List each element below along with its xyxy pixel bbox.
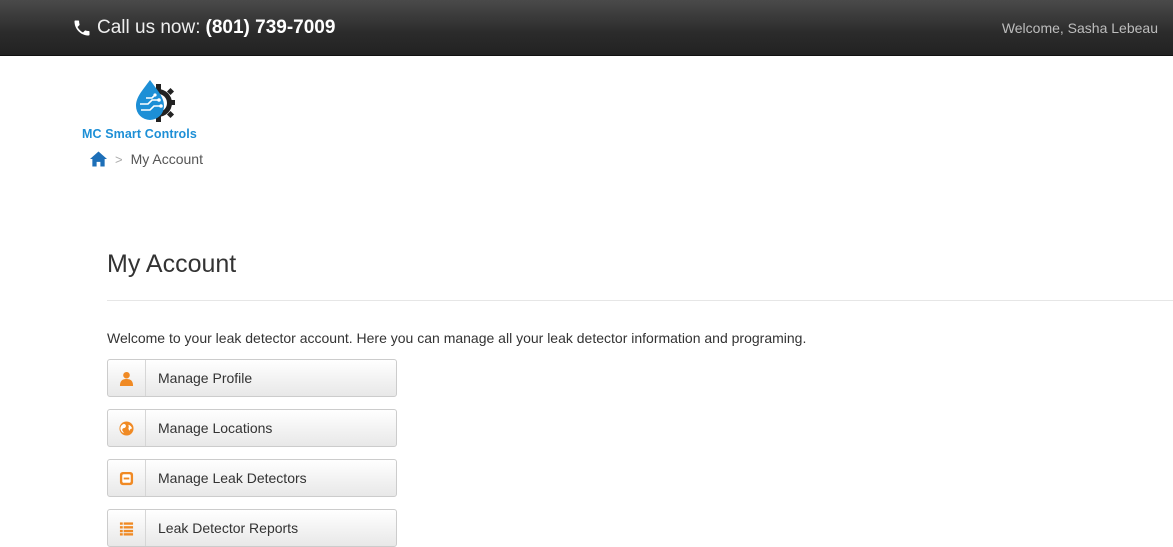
- leak-detector-reports-label: Leak Detector Reports: [158, 520, 299, 536]
- page-title: My Account: [107, 250, 237, 278]
- welcome-user-text[interactable]: Welcome, Sasha Lebeau: [1002, 20, 1158, 36]
- manage-locations-button[interactable]: Manage Locations: [107, 409, 397, 447]
- phone-number[interactable]: (801) 739-7009: [206, 17, 336, 39]
- top-bar: Call us now: (801) 739-7009 Welcome, Sas…: [0, 0, 1173, 56]
- manage-profile-button[interactable]: Manage Profile: [107, 359, 397, 397]
- logo-text: MC Smart Controls: [82, 127, 197, 141]
- manage-locations-label: Manage Locations: [158, 420, 273, 436]
- breadcrumb: > My Account: [90, 151, 203, 167]
- manage-leak-detectors-label: Manage Leak Detectors: [158, 470, 307, 486]
- intro-text: Welcome to your leak detector account. H…: [107, 330, 807, 346]
- breadcrumb-separator: >: [115, 151, 123, 167]
- site-logo[interactable]: MC Smart Controls: [80, 78, 230, 144]
- device-icon: [119, 471, 134, 485]
- home-icon[interactable]: [90, 151, 107, 167]
- breadcrumb-current: My Account: [130, 151, 203, 167]
- leak-detector-reports-button[interactable]: Leak Detector Reports: [107, 509, 397, 547]
- phone-label: Call us now:: [97, 17, 201, 38]
- manage-profile-label: Manage Profile: [158, 370, 253, 386]
- phone-icon: [74, 20, 90, 36]
- phone-contact[interactable]: Call us now: (801) 739-7009: [72, 17, 335, 39]
- user-icon: [119, 371, 134, 386]
- logo-drop-gear-icon: [136, 80, 175, 122]
- list-icon: [119, 521, 134, 536]
- manage-leak-detectors-button[interactable]: Manage Leak Detectors: [107, 459, 397, 497]
- globe-icon: [119, 420, 134, 436]
- title-divider: [107, 300, 1173, 301]
